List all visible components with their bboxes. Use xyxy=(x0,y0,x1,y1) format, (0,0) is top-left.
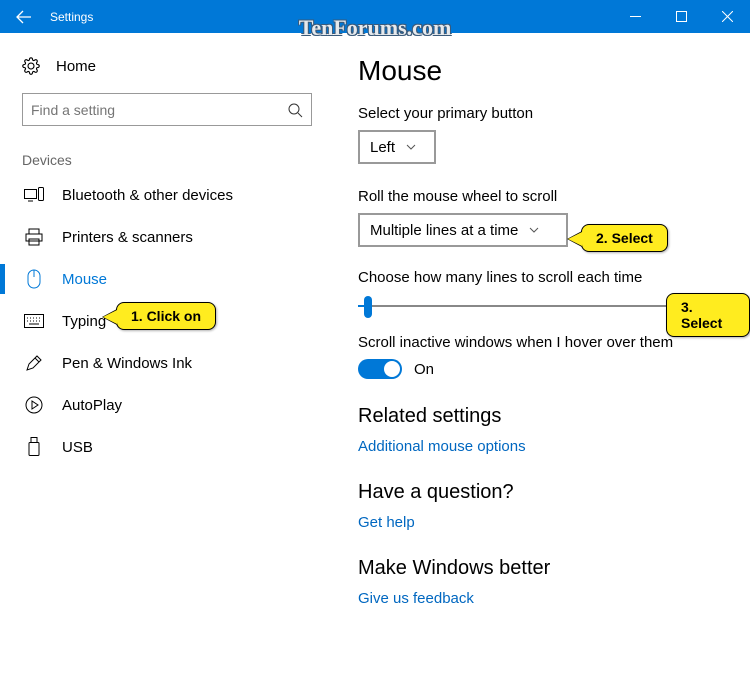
question-heading: Have a question? xyxy=(358,481,750,504)
window-title: Settings xyxy=(48,10,93,24)
mouse-icon xyxy=(24,269,44,289)
sidebar-item-autoplay[interactable]: AutoPlay xyxy=(22,384,330,426)
inactive-toggle[interactable] xyxy=(358,359,402,379)
sidebar: Home Devices Bluetooth & other devices P… xyxy=(0,33,330,677)
search-icon xyxy=(287,102,303,118)
home-nav[interactable]: Home xyxy=(22,51,330,81)
primary-button-dropdown[interactable]: Left xyxy=(358,130,436,164)
toggle-state: On xyxy=(414,361,434,378)
home-label: Home xyxy=(56,58,96,75)
feedback-link[interactable]: Give us feedback xyxy=(358,590,750,607)
primary-button-label: Select your primary button xyxy=(358,105,750,122)
chevron-down-icon xyxy=(528,224,540,236)
back-button[interactable] xyxy=(0,0,48,33)
sidebar-item-label: Pen & Windows Ink xyxy=(62,355,192,372)
get-help-link[interactable]: Get help xyxy=(358,514,750,531)
slider-thumb[interactable] xyxy=(364,296,372,318)
main-panel: Mouse Select your primary button Left Ro… xyxy=(330,33,750,677)
sidebar-item-usb[interactable]: USB xyxy=(22,426,330,468)
lines-label: Choose how many lines to scroll each tim… xyxy=(358,269,750,286)
maximize-button[interactable] xyxy=(658,0,704,33)
sidebar-item-printers[interactable]: Printers & scanners xyxy=(22,216,330,258)
callout-3: 3. Select xyxy=(666,293,750,337)
usb-icon xyxy=(24,437,44,457)
close-button[interactable] xyxy=(704,0,750,33)
sidebar-item-label: AutoPlay xyxy=(62,397,122,414)
search-box[interactable] xyxy=(22,93,312,126)
callout-1: 1. Click on xyxy=(116,302,216,330)
feedback-heading: Make Windows better xyxy=(358,557,750,580)
dropdown-value: Multiple lines at a time xyxy=(370,222,518,239)
lines-slider[interactable] xyxy=(358,294,668,318)
sidebar-item-mouse[interactable]: Mouse xyxy=(22,258,330,300)
minimize-icon xyxy=(630,11,641,22)
sidebar-item-label: Typing xyxy=(62,313,106,330)
sidebar-category: Devices xyxy=(22,152,330,168)
related-heading: Related settings xyxy=(358,405,750,428)
maximize-icon xyxy=(676,11,687,22)
search-input[interactable] xyxy=(31,102,287,118)
back-arrow-icon xyxy=(16,9,32,25)
sidebar-item-pen[interactable]: Pen & Windows Ink xyxy=(22,342,330,384)
sidebar-item-bluetooth[interactable]: Bluetooth & other devices xyxy=(22,174,330,216)
scroll-mode-label: Roll the mouse wheel to scroll xyxy=(358,188,750,205)
sidebar-item-label: Mouse xyxy=(62,271,107,288)
keyboard-icon xyxy=(24,311,44,331)
additional-mouse-options-link[interactable]: Additional mouse options xyxy=(358,438,750,455)
page-title: Mouse xyxy=(358,55,750,87)
slider-track xyxy=(358,305,668,307)
sidebar-item-label: Printers & scanners xyxy=(62,229,193,246)
pen-icon xyxy=(24,353,44,373)
sidebar-item-label: Bluetooth & other devices xyxy=(62,187,233,204)
callout-2: 2. Select xyxy=(581,224,668,252)
scroll-mode-dropdown[interactable]: Multiple lines at a time xyxy=(358,213,568,247)
devices-icon xyxy=(24,185,44,205)
close-icon xyxy=(722,11,733,22)
printer-icon xyxy=(24,227,44,247)
chevron-down-icon xyxy=(405,141,417,153)
sidebar-item-label: USB xyxy=(62,439,93,456)
dropdown-value: Left xyxy=(370,139,395,156)
title-bar: Settings xyxy=(0,0,750,33)
minimize-button[interactable] xyxy=(612,0,658,33)
autoplay-icon xyxy=(24,395,44,415)
gear-icon xyxy=(22,57,40,75)
